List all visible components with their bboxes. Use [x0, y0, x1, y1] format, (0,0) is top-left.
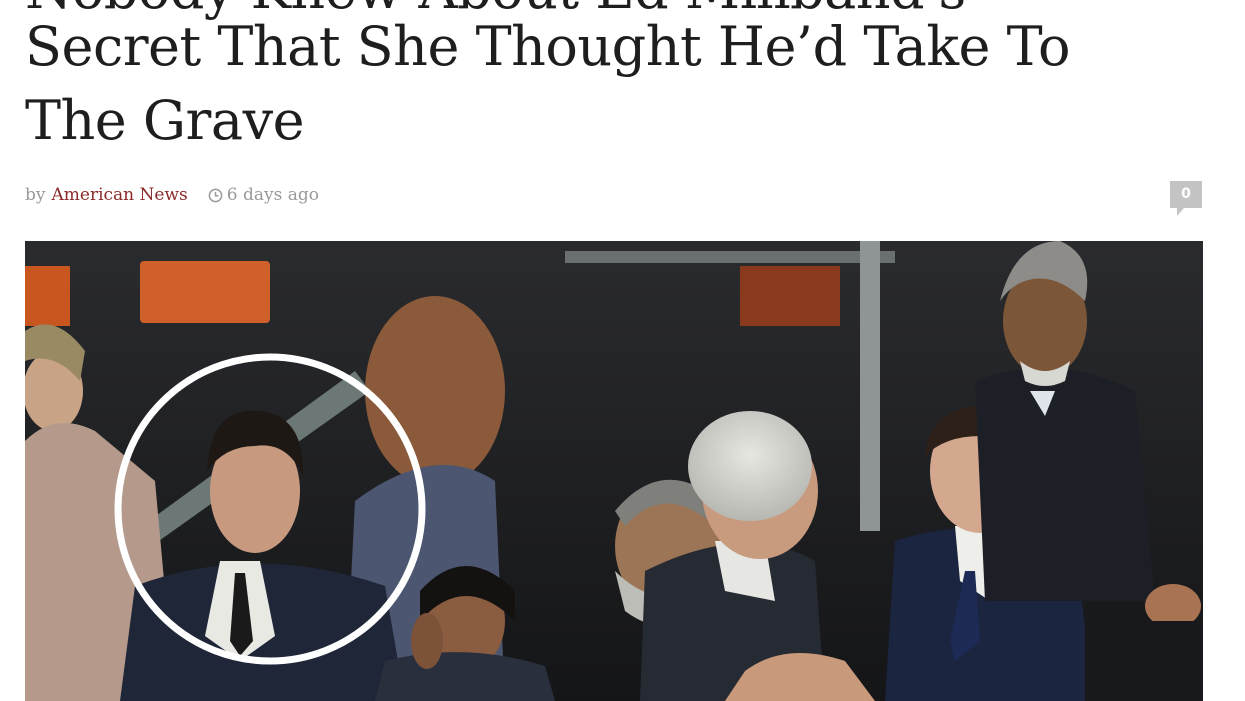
article-meta: by American News 6 days ago	[25, 184, 319, 206]
article-title-line-2: The Grave	[25, 89, 305, 152]
author-link[interactable]: American News	[52, 185, 188, 205]
publish-date: 6 days ago	[208, 185, 319, 205]
comment-count-badge[interactable]: 0	[1170, 181, 1202, 217]
featured-image[interactable]	[25, 241, 1203, 701]
by-label: by	[25, 185, 46, 205]
article-title-line-1: Secret That She Thought He’d Take To	[25, 15, 1071, 78]
comment-count: 0	[1181, 186, 1191, 202]
clock-icon	[208, 188, 223, 202]
date-text: 6 days ago	[226, 185, 319, 205]
